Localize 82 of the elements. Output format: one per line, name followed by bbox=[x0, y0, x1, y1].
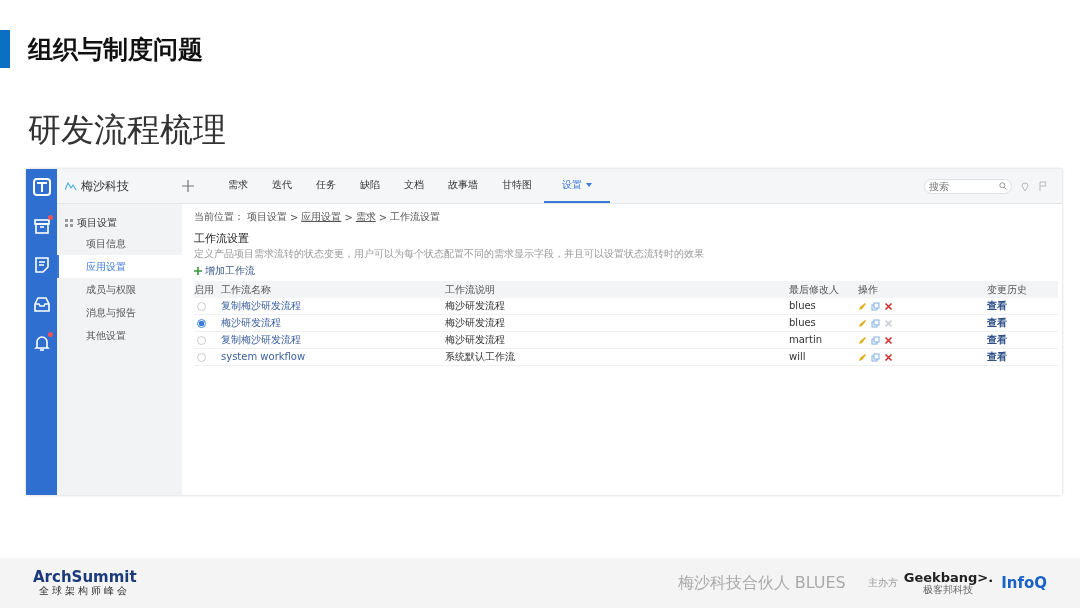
breadcrumb-separator: > bbox=[290, 211, 299, 223]
view-history-link[interactable]: 查看 bbox=[987, 349, 1007, 365]
notification-dot bbox=[47, 215, 53, 220]
add-icon[interactable] bbox=[182, 180, 194, 192]
column-header: 变更历史 bbox=[987, 281, 1058, 298]
notification-dot bbox=[47, 332, 53, 337]
breadcrumb-item: 项目设置 bbox=[247, 210, 287, 224]
grid-icon bbox=[65, 219, 73, 227]
nav-tab[interactable]: 设置 bbox=[544, 169, 610, 203]
host-tagline: 极客邦科技 bbox=[923, 585, 974, 595]
column-header: 最后修改人 bbox=[789, 281, 858, 298]
column-header: 工作流说明 bbox=[445, 281, 789, 298]
copy-icon[interactable] bbox=[871, 318, 880, 328]
radio-button[interactable] bbox=[197, 352, 206, 362]
app-logo-icon[interactable] bbox=[32, 178, 51, 196]
table-cell-text: 梅沙研发流程 bbox=[445, 299, 505, 313]
host-label: 主办方 bbox=[867, 576, 898, 590]
sidebar-item[interactable]: 项目信息 bbox=[57, 232, 182, 255]
event-tagline: 全球架构师峰会 bbox=[39, 585, 131, 596]
view-history-link[interactable]: 查看 bbox=[987, 315, 1007, 331]
sidebar-item[interactable]: 消息与报告 bbox=[57, 301, 182, 324]
workflow-link[interactable]: system workflow bbox=[221, 349, 306, 365]
host-logo: Geekbang>. bbox=[903, 571, 994, 585]
view-history-link[interactable]: 查看 bbox=[987, 298, 1007, 314]
breadcrumb-link[interactable]: 需求 bbox=[355, 210, 376, 224]
partner-logo: InfoQ bbox=[1001, 574, 1047, 592]
sidebar-group-title: 项目设置 bbox=[77, 216, 117, 230]
delete-icon[interactable] bbox=[884, 352, 893, 362]
search-field[interactable]: 搜索 bbox=[924, 178, 1012, 194]
sidebar-item[interactable]: 成员与权限 bbox=[57, 278, 182, 301]
caret-icon bbox=[586, 183, 592, 187]
table-cell-text: martin bbox=[789, 333, 823, 347]
search-icon[interactable] bbox=[999, 182, 1007, 190]
view-history-link[interactable]: 查看 bbox=[987, 332, 1007, 348]
breadcrumb-label: 当前位置： bbox=[194, 210, 244, 224]
inbox-icon[interactable] bbox=[32, 295, 51, 313]
nav-tab[interactable]: 甘特图 bbox=[490, 169, 544, 203]
radio-button[interactable] bbox=[197, 335, 206, 345]
sidebar-item[interactable]: 其他设置 bbox=[57, 324, 182, 347]
flag-icon[interactable] bbox=[1038, 180, 1048, 192]
section-description: 定义产品项目需求流转的状态变更，用户可以为每个状态配置不同的需求显示字段，并且可以设置状态流转时的效果 bbox=[194, 247, 705, 261]
section-title: 工作流设置 bbox=[194, 231, 250, 246]
radio-button[interactable] bbox=[197, 301, 206, 311]
slide-subtitle: 研发流程梳理 bbox=[28, 109, 227, 151]
breadcrumb-item: 工作流设置 bbox=[390, 210, 441, 224]
location-pin-icon[interactable] bbox=[1020, 180, 1030, 192]
table-cell-text: blues bbox=[789, 299, 816, 313]
archive-icon[interactable] bbox=[32, 217, 51, 235]
slide-title: 组织与制度问题 bbox=[28, 33, 203, 66]
table-cell-text: blues bbox=[789, 316, 816, 330]
delete-icon[interactable] bbox=[884, 335, 893, 345]
table-cell-text: 系统默认工作流 bbox=[445, 350, 515, 364]
note-icon[interactable] bbox=[32, 256, 51, 274]
bell-icon[interactable] bbox=[32, 334, 51, 352]
breadcrumb-link[interactable]: 应用设置 bbox=[301, 210, 342, 224]
title-accent-bar bbox=[0, 30, 10, 68]
mountain-icon bbox=[65, 181, 77, 191]
column-header: 启用 bbox=[194, 281, 221, 298]
workflow-link[interactable]: 复制梅沙研发流程 bbox=[221, 332, 301, 348]
radio-button[interactable] bbox=[197, 318, 206, 328]
delete-icon[interactable] bbox=[884, 301, 893, 311]
brand-name: 梅沙科技 bbox=[81, 177, 129, 195]
footer-text: 梅沙科技合伙人 BLUES bbox=[677, 572, 846, 594]
column-header: 操作 bbox=[858, 281, 987, 298]
breadcrumb-separator: > bbox=[344, 211, 353, 223]
plus-icon bbox=[194, 267, 202, 275]
breadcrumb-separator: > bbox=[378, 211, 388, 223]
workflow-link[interactable]: 复制梅沙研发流程 bbox=[221, 298, 301, 314]
table-cell-text: 梅沙研发流程 bbox=[445, 333, 505, 347]
workflow-link[interactable]: 梅沙研发流程 bbox=[221, 315, 281, 331]
event-logo: ArchSummit bbox=[33, 570, 137, 585]
nav-tab[interactable]: 文档 bbox=[392, 169, 436, 203]
nav-tab[interactable]: 任务 bbox=[304, 169, 348, 203]
add-workflow-button[interactable]: 增加工作流 bbox=[194, 264, 255, 278]
nav-tab[interactable]: 需求 bbox=[216, 169, 260, 203]
table-cell-text: will bbox=[789, 350, 806, 364]
nav-tab[interactable]: 迭代 bbox=[260, 169, 304, 203]
nav-tab[interactable]: 缺陷 bbox=[348, 169, 392, 203]
table-cell-text: 梅沙研发流程 bbox=[445, 316, 505, 330]
column-header: 工作流名称 bbox=[221, 281, 445, 298]
nav-tab[interactable]: 故事墙 bbox=[436, 169, 490, 203]
sidebar-item[interactable]: 应用设置 bbox=[57, 255, 182, 278]
